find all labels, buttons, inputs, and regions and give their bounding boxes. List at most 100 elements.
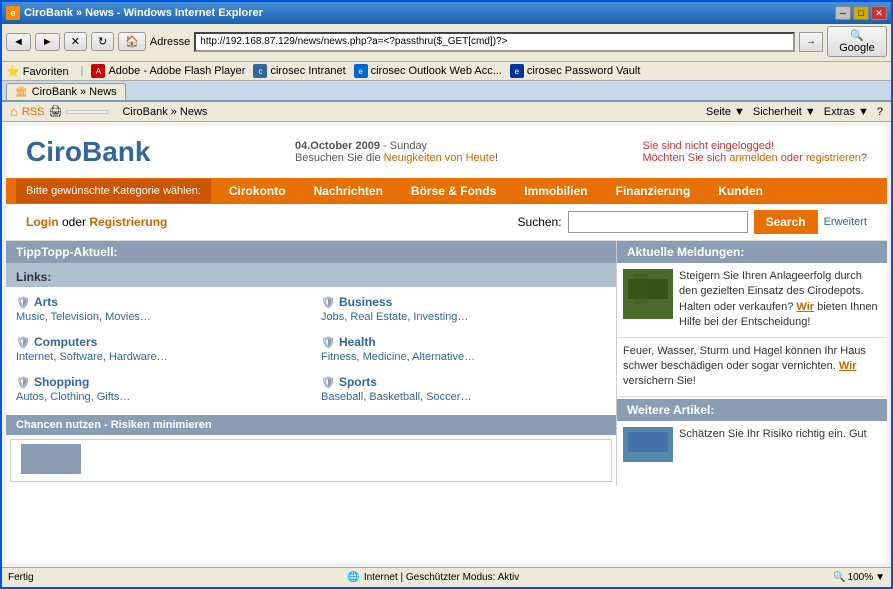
active-tab[interactable]: 🏛 CiroBank » News bbox=[6, 83, 126, 100]
sports-soccer[interactable]: Soccer… bbox=[426, 391, 471, 403]
page-inner: CiroBank 04.October 2009 - Sunday Besuch… bbox=[6, 126, 887, 563]
header-day: Sunday bbox=[390, 140, 427, 152]
left-panel: TippTopp-Aktuell: Links: Arts Music, Tel… bbox=[6, 241, 617, 486]
sports-title: Sports bbox=[321, 375, 606, 389]
zoom-dropdown-icon[interactable]: ▼ bbox=[875, 572, 885, 583]
nav-finanzierung[interactable]: Finanzierung bbox=[602, 178, 705, 204]
nav-boerse[interactable]: Börse & Fonds bbox=[397, 178, 510, 204]
shopping-clothing[interactable]: Clothing bbox=[50, 391, 90, 403]
help-tool-button[interactable]: ? bbox=[877, 106, 883, 118]
tipptopp-header: TippTopp-Aktuell: bbox=[6, 241, 616, 263]
category-business: Business Jobs, Real Estate, Investing… bbox=[321, 295, 606, 323]
shopping-autos[interactable]: Autos bbox=[16, 391, 44, 403]
home-button[interactable]: 🏠 bbox=[118, 32, 146, 51]
address-input[interactable] bbox=[194, 32, 795, 52]
back-button[interactable]: ◄ bbox=[6, 33, 31, 51]
search-area: Suchen: Search Erweitert bbox=[518, 210, 867, 234]
health-medicine[interactable]: Medicine bbox=[363, 351, 407, 363]
neuigkeiten-link[interactable]: Neuigkeiten von Heute bbox=[384, 152, 495, 164]
fav-cirosec-outlook[interactable]: e cirosec Outlook Web Acc... bbox=[354, 64, 502, 78]
address-label: Adresse bbox=[150, 36, 190, 48]
nav-immobilien[interactable]: Immobilien bbox=[510, 178, 601, 204]
close-button[interactable]: ✕ bbox=[871, 6, 887, 20]
computers-subs: Internet, Software, Hardware… bbox=[16, 351, 301, 363]
nav-menu: Bitte gewünschte Kategorie wählen: Cirok… bbox=[6, 178, 887, 204]
arts-tv[interactable]: Television bbox=[51, 311, 99, 323]
arts-title: Arts bbox=[16, 295, 301, 309]
thumb-svg-1 bbox=[623, 269, 673, 319]
globe-icon: 🌐 bbox=[347, 572, 359, 583]
business-realestate[interactable]: Real Estate bbox=[350, 311, 407, 323]
outlook-icon: e bbox=[354, 64, 368, 78]
fav-password-vault[interactable]: e cirosec Password Vault bbox=[510, 64, 641, 78]
tab-icon: 🏛 bbox=[15, 87, 28, 98]
print-icon: 🖨 bbox=[48, 105, 62, 118]
business-investing[interactable]: Investing… bbox=[413, 311, 468, 323]
extras-tool-button[interactable]: Extras ▼ bbox=[824, 106, 869, 118]
erweitert-link[interactable]: Erweitert bbox=[824, 216, 867, 228]
nav-nachrichten[interactable]: Nachrichten bbox=[300, 178, 397, 204]
sports-basketball[interactable]: Basketball bbox=[369, 391, 420, 403]
oder-text: oder bbox=[62, 215, 89, 229]
arts-movies[interactable]: Movies… bbox=[105, 311, 151, 323]
maximize-button[interactable]: □ bbox=[853, 6, 869, 20]
search-input[interactable] bbox=[568, 211, 748, 233]
visit-text: Besuchen Sie die bbox=[295, 152, 381, 164]
registrieren-link[interactable]: registrieren bbox=[806, 152, 861, 164]
cirosec-intranet-icon: c bbox=[253, 64, 267, 78]
anmelden-link[interactable]: anmelden bbox=[729, 152, 777, 164]
shopping-gifts[interactable]: Gifts… bbox=[97, 391, 131, 403]
ie-secondary-toolbar: ⌂ RSS 🖨 CiroBank » News Seite ▼ Sicherhe… bbox=[2, 102, 891, 122]
chancen-image-placeholder bbox=[10, 439, 612, 482]
news-1-wir-link[interactable]: Wir bbox=[796, 301, 814, 313]
navigation-toolbar: ◄ ► ✕ ↻ 🏠 Adresse → 🔍 Google bbox=[2, 24, 891, 62]
arts-subs: Music, Television, Movies… bbox=[16, 311, 301, 323]
fav-cirosec-intranet[interactable]: c cirosec Intranet bbox=[253, 64, 345, 78]
nav-kunden[interactable]: Kunden bbox=[704, 178, 777, 204]
business-jobs[interactable]: Jobs bbox=[321, 311, 344, 323]
breadcrumb: CiroBank » News bbox=[122, 106, 207, 118]
page-tool-button[interactable]: Seite ▼ bbox=[706, 106, 745, 118]
refresh-button[interactable]: ↻ bbox=[91, 32, 114, 51]
window-controls[interactable]: ─ □ ✕ bbox=[835, 6, 887, 20]
arts-music[interactable]: Music bbox=[16, 311, 45, 323]
header-date-section: 04.October 2009 - Sunday Besuchen Sie di… bbox=[295, 140, 498, 164]
news-thumb-1 bbox=[623, 269, 673, 319]
cirobank-header: CiroBank 04.October 2009 - Sunday Besuch… bbox=[6, 126, 887, 178]
business-subs: Jobs, Real Estate, Investing… bbox=[321, 311, 606, 323]
forward-button[interactable]: ► bbox=[35, 33, 60, 51]
sports-subs: Baseball, Basketball, Soccer… bbox=[321, 391, 606, 403]
health-alternative[interactable]: Alternative… bbox=[412, 351, 475, 363]
weitere-header: Weitere Artikel: bbox=[617, 399, 887, 421]
category-health: Health Fitness, Medicine, Alternative… bbox=[321, 335, 606, 363]
registrierung-link[interactable]: Registrierung bbox=[89, 215, 167, 229]
health-fitness[interactable]: Fitness bbox=[321, 351, 356, 363]
computers-internet[interactable]: Internet bbox=[16, 351, 53, 363]
chancen-bar: Chancen nutzen - Risiken minimieren bbox=[6, 415, 616, 435]
sports-baseball[interactable]: Baseball bbox=[321, 391, 363, 403]
search-icon[interactable]: 🔍 Google bbox=[827, 26, 887, 57]
favorites-bar: ⭐ Favoriten | A Adobe - Adobe Flash Play… bbox=[2, 62, 891, 81]
minimize-button[interactable]: ─ bbox=[835, 6, 851, 20]
computers-hardware[interactable]: Hardware… bbox=[109, 351, 168, 363]
go-button[interactable]: → bbox=[799, 32, 823, 52]
login-link[interactable]: Login bbox=[26, 215, 59, 229]
favorites-label: ⭐ Favoriten bbox=[6, 65, 69, 78]
weitere-item-1: Schätzen Sie Ihr Risiko richtig ein. Gut bbox=[617, 421, 887, 468]
health-subs: Fitness, Medicine, Alternative… bbox=[321, 351, 606, 363]
page-search-box[interactable] bbox=[66, 110, 108, 114]
fav-adobe[interactable]: A Adobe - Adobe Flash Player bbox=[91, 64, 245, 78]
news-2-wir-link[interactable]: Wir bbox=[839, 360, 857, 372]
home-icon: ⌂ bbox=[10, 104, 18, 119]
security-tool-button[interactable]: Sicherheit ▼ bbox=[753, 106, 816, 118]
computers-software[interactable]: Software bbox=[59, 351, 102, 363]
app-icon: e bbox=[6, 6, 20, 20]
nav-cirokonto[interactable]: Cirokonto bbox=[215, 178, 300, 204]
search-button[interactable]: Search bbox=[754, 210, 818, 234]
links-section: Arts Music, Television, Movies… Business… bbox=[6, 287, 616, 415]
chancen-label: Chancen nutzen - Risiken minimieren bbox=[16, 419, 212, 431]
stop-button[interactable]: ✕ bbox=[64, 32, 87, 51]
weitere-text-1: Schätzen Sie Ihr Risiko richtig ein. Gut bbox=[679, 427, 867, 462]
login-prompt-text: Möchten Sie sich bbox=[643, 152, 727, 164]
logo-bank: Bank bbox=[82, 136, 150, 167]
